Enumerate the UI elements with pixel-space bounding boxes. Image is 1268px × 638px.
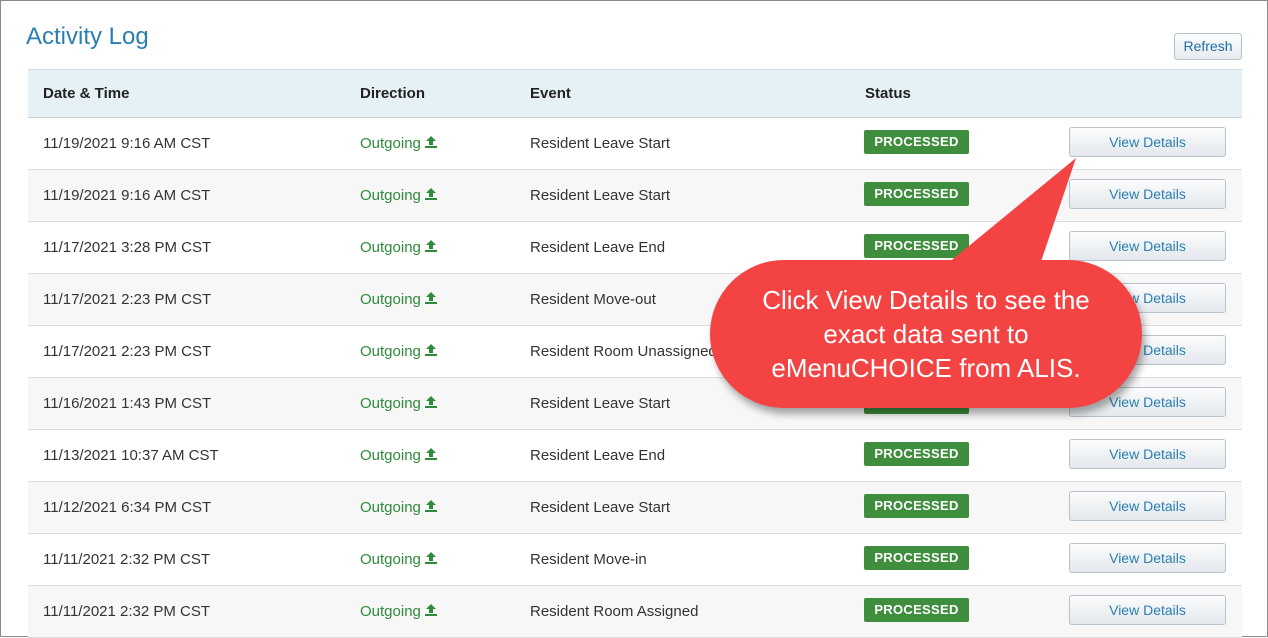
view-details-button[interactable]: View Details (1069, 127, 1226, 157)
row-date-time: 11/17/2021 2:23 PM CST (43, 343, 212, 360)
row-date-time: 11/16/2021 1:43 PM CST (43, 395, 212, 412)
row-date-time: 11/19/2021 9:16 AM CST (43, 187, 211, 204)
row-date-time: 11/19/2021 9:16 AM CST (43, 135, 211, 152)
row-event: Resident Leave Start (530, 135, 671, 152)
row-event: Resident Leave Start (530, 187, 671, 204)
upload-arrow-icon (424, 395, 438, 413)
status-badge: PROCESSED (864, 598, 969, 622)
row-direction: Outgoing (360, 447, 438, 465)
row-direction-label: Outgoing (360, 499, 421, 516)
view-details-button[interactable]: View Details (1069, 491, 1226, 521)
column-header-direction[interactable]: Direction (360, 85, 425, 102)
upload-arrow-icon (424, 187, 438, 205)
row-direction: Outgoing (360, 239, 438, 257)
row-event: Resident Move-out (530, 291, 656, 308)
row-direction: Outgoing (360, 187, 438, 205)
row-event: Resident Leave End (530, 239, 666, 256)
view-details-button[interactable]: View Details (1069, 179, 1226, 209)
upload-arrow-icon (424, 499, 438, 517)
row-direction-label: Outgoing (360, 135, 421, 152)
table-row: 11/19/2021 9:16 AM CST Outgoing Resident L… (28, 118, 1242, 170)
row-date-time: 11/13/2021 10:37 AM CST (43, 447, 219, 464)
column-header-status[interactable]: Status (865, 85, 911, 102)
row-event: Resident Move-in (530, 551, 647, 568)
status-badge: PROCESSED (864, 130, 969, 154)
status-badge: PROCESSED (864, 234, 969, 258)
column-header-event[interactable]: Event (530, 85, 571, 102)
row-direction: Outgoing (360, 343, 438, 361)
row-direction-label: Outgoing (360, 239, 421, 256)
column-header-date-time[interactable]: Date & Time (43, 85, 129, 102)
row-direction: Outgoing (360, 395, 438, 413)
row-event: Resident Room Assigned (530, 603, 699, 620)
row-event: Resident Leave Start (530, 395, 671, 412)
row-direction-label: Outgoing (360, 395, 421, 412)
table-row: 11/11/2021 2:32 PM CST Outgoing Resident M… (28, 534, 1242, 586)
row-direction: Outgoing (360, 499, 438, 517)
upload-arrow-icon (424, 135, 438, 153)
callout-text: Click View Details to see the exact data… (762, 285, 1090, 383)
row-direction: Outgoing (360, 291, 438, 309)
upload-arrow-icon (424, 551, 438, 569)
table-row: 11/12/2021 6:34 PM CST Outgoing Resident L… (28, 482, 1242, 534)
row-event: Resident Leave End (530, 447, 666, 464)
table-row: 11/13/2021 10:37 AM CST Outgoing Resident … (28, 430, 1242, 482)
row-direction-label: Outgoing (360, 603, 421, 620)
row-direction: Outgoing (360, 135, 438, 153)
status-badge: PROCESSED (864, 546, 969, 570)
upload-arrow-icon (424, 603, 438, 621)
table-row: 11/11/2021 2:32 PM CST Outgoing Resident R… (28, 586, 1242, 638)
row-date-time: 11/11/2021 2:32 PM CST (43, 603, 211, 620)
row-direction-label: Outgoing (360, 447, 421, 464)
row-direction-label: Outgoing (360, 291, 421, 308)
row-date-time: 11/17/2021 3:28 PM CST (43, 239, 212, 256)
row-date-time: 11/12/2021 6:34 PM CST (43, 499, 212, 516)
row-direction: Outgoing (360, 603, 438, 621)
upload-arrow-icon (424, 291, 438, 309)
row-date-time: 11/11/2021 2:32 PM CST (43, 551, 211, 568)
view-details-button[interactable]: View Details (1069, 439, 1226, 469)
status-badge: PROCESSED (864, 182, 969, 206)
row-direction-label: Outgoing (360, 551, 421, 568)
row-event: Resident Room Unassigned (530, 343, 717, 360)
status-badge: PROCESSED (864, 442, 969, 466)
upload-arrow-icon (424, 343, 438, 361)
view-details-button[interactable]: View Details (1069, 231, 1226, 261)
table-row: 11/19/2021 9:16 AM CST Outgoing Resident L… (28, 170, 1242, 222)
refresh-button[interactable]: Refresh (1174, 33, 1242, 60)
upload-arrow-icon (424, 239, 438, 257)
row-date-time: 11/17/2021 2:23 PM CST (43, 291, 212, 308)
callout-bubble: Click View Details to see the exact data… (710, 260, 1142, 408)
view-details-button[interactable]: View Details (1069, 595, 1226, 625)
row-direction-label: Outgoing (360, 343, 421, 360)
status-badge: PROCESSED (864, 494, 969, 518)
upload-arrow-icon (424, 447, 438, 465)
row-direction: Outgoing (360, 551, 438, 569)
row-direction-label: Outgoing (360, 187, 421, 204)
row-event: Resident Leave Start (530, 499, 671, 516)
page-title: Activity Log (26, 23, 149, 50)
table-header: Date & Time Direction Event Status (28, 70, 1242, 118)
view-details-button[interactable]: View Details (1069, 543, 1226, 573)
